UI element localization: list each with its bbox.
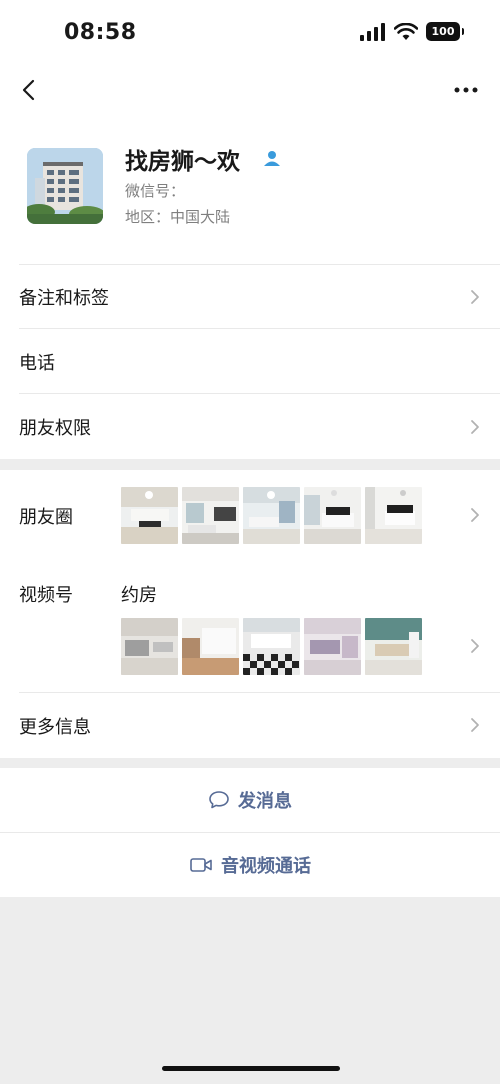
content-list: 朋友圈 视频号 约房 更多信息: [0, 470, 500, 758]
row-moments[interactable]: 朋友圈: [0, 470, 500, 560]
video-camera-icon: [190, 858, 212, 872]
row-label: 朋友权限: [19, 417, 91, 439]
avatar[interactable]: [27, 148, 103, 224]
video-call-label: 音视频通话: [221, 856, 311, 877]
channel-video-thumbnail: [365, 618, 422, 675]
status-time: 08:58: [64, 20, 137, 45]
region-label: 地区：中国大陆: [125, 208, 231, 226]
row-label: 电话: [19, 352, 55, 374]
moments-photo-thumbnail: [182, 487, 239, 544]
row-label: 朋友圈: [19, 507, 73, 528]
row-phone[interactable]: 电话: [0, 329, 500, 394]
moments-photo-thumbnail: [243, 487, 300, 544]
row-remarks-tags[interactable]: 备注和标签: [0, 264, 500, 329]
channel-video-thumbnail: [304, 618, 361, 675]
row-friend-permissions[interactable]: 朋友权限: [0, 394, 500, 459]
home-indicator: [162, 1066, 340, 1071]
chat-bubble-icon: [209, 791, 229, 809]
status-icons: 100: [360, 22, 464, 41]
row-channels[interactable]: 视频号 约房: [0, 570, 500, 690]
nav-bar: [0, 66, 500, 114]
contact-settings-list: 备注和标签 电话 朋友权限: [0, 264, 500, 459]
row-label: 视频号: [19, 585, 73, 606]
moments-photo-thumbnail: [365, 487, 422, 544]
battery-indicator: 100: [426, 22, 464, 41]
chevron-right-icon: [471, 639, 479, 653]
channel-video-thumbnail: [121, 618, 178, 675]
video-call-button[interactable]: 音视频通话: [0, 833, 500, 897]
moments-thumbnails: [121, 487, 422, 544]
chevron-right-icon: [471, 718, 479, 732]
chevron-right-icon: [471, 419, 479, 434]
moments-photo-thumbnail: [304, 487, 361, 544]
contact-name: 找房狮～欢: [125, 149, 240, 175]
building-image: [27, 148, 103, 224]
channel-thumbnails: [121, 618, 422, 675]
row-label: 备注和标签: [19, 287, 109, 309]
chevron-right-icon: [471, 508, 479, 522]
user-badge-icon: [264, 151, 280, 166]
cellular-signal-icon: [360, 22, 385, 41]
wechat-id-label: 微信号：: [125, 182, 186, 200]
channel-video-thumbnail: [182, 618, 239, 675]
channel-name: 约房: [121, 585, 157, 606]
row-more-info[interactable]: 更多信息: [0, 693, 500, 758]
wifi-icon: [394, 22, 418, 40]
status-bar: 08:58 100: [0, 0, 500, 66]
send-message-label: 发消息: [238, 791, 292, 812]
more-options-icon[interactable]: [452, 76, 480, 104]
moments-photo-thumbnail: [121, 487, 178, 544]
send-message-button[interactable]: 发消息: [0, 768, 500, 832]
channel-video-thumbnail: [243, 618, 300, 675]
profile-header: 找房狮～欢 微信号： 地区：中国大陆: [0, 114, 500, 264]
back-arrow-icon[interactable]: [16, 76, 44, 104]
row-label: 更多信息: [19, 717, 91, 738]
contact-profile-page: 08:58 100 找房狮～欢 微信号： 地区：中国大陆 备注和标签 电话 朋友…: [0, 0, 500, 1084]
chevron-right-icon: [471, 289, 479, 304]
